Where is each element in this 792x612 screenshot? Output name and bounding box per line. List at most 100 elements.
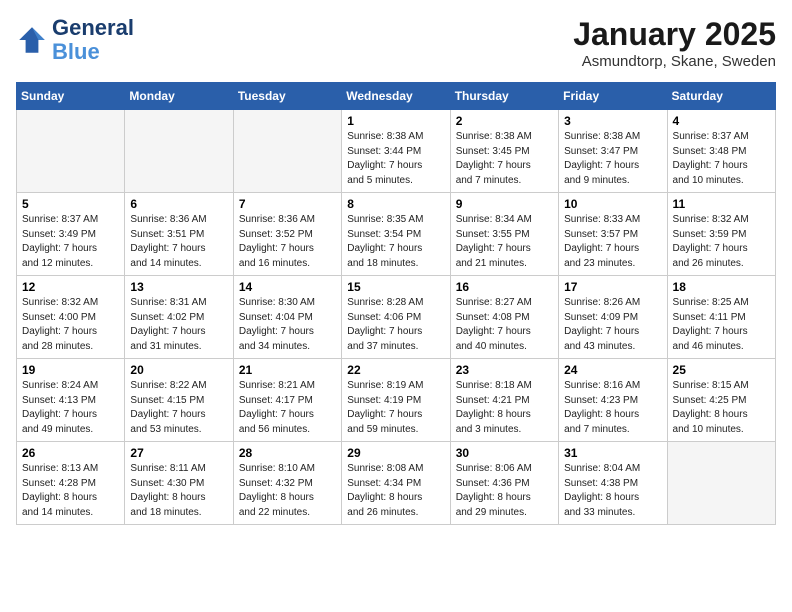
day-info: Sunrise: 8:37 AM Sunset: 3:49 PM Dayligh… xyxy=(22,213,119,271)
day-number: 13 xyxy=(130,280,227,294)
calendar-day-23: 23 Sunrise: 8:18 AM Sunset: 4:21 PM Dayli… xyxy=(450,359,558,442)
calendar-day-6: 6Sunrise: 8:36 AM Sunset: 3:51 PM Daylig… xyxy=(125,193,233,276)
calendar-day-25: 25 Sunrise: 8:15 AM Sunset: 4:25 PM Dayli… xyxy=(667,359,775,442)
calendar-day-5: 5 Sunrise: 8:37 AM Sunset: 3:49 PM Daylig… xyxy=(17,193,125,276)
day-info: Sunrise: 8:38 AM Sunset: 3:45 PM Dayligh… xyxy=(456,130,553,188)
calendar-week-row: 26Sunrise: 8:13 AM Sunset: 4:28 PM Dayli… xyxy=(17,442,776,525)
calendar-day-28: 28 Sunrise: 8:10 AM Sunset: 4:32 PM Dayli… xyxy=(233,442,341,525)
weekday-header-tuesday: Tuesday xyxy=(233,83,341,110)
calendar-day-18: 18Sunrise: 8:25 AM Sunset: 4:11 PM Dayli… xyxy=(667,276,775,359)
calendar-day-10: 10 Sunrise: 8:33 AM Sunset: 3:57 PM Dayli… xyxy=(559,193,667,276)
calendar-day-empty xyxy=(125,110,233,193)
day-number: 10 xyxy=(564,197,661,211)
day-info: Sunrise: 8:38 AM Sunset: 3:44 PM Dayligh… xyxy=(347,130,444,188)
calendar-day-7: 7Sunrise: 8:36 AM Sunset: 3:52 PM Daylig… xyxy=(233,193,341,276)
weekday-header-thursday: Thursday xyxy=(450,83,558,110)
calendar-header-row: SundayMondayTuesdayWednesdayThursdayFrid… xyxy=(17,83,776,110)
day-number: 23 xyxy=(456,363,553,377)
calendar-day-27: 27 Sunrise: 8:11 AM Sunset: 4:30 PM Dayli… xyxy=(125,442,233,525)
day-number: 22 xyxy=(347,363,444,377)
day-number: 11 xyxy=(673,197,770,211)
day-number: 21 xyxy=(239,363,336,377)
day-info: Sunrise: 8:32 AM Sunset: 3:59 PM Dayligh… xyxy=(673,213,770,271)
day-number: 8 xyxy=(347,197,444,211)
calendar-day-empty xyxy=(667,442,775,525)
calendar-day-30: 30 Sunrise: 8:06 AM Sunset: 4:36 PM Dayli… xyxy=(450,442,558,525)
day-number: 5 xyxy=(22,197,119,211)
weekday-header-monday: Monday xyxy=(125,83,233,110)
day-info: Sunrise: 8:24 AM Sunset: 4:13 PM Dayligh… xyxy=(22,379,119,437)
day-info: Sunrise: 8:15 AM Sunset: 4:25 PM Dayligh… xyxy=(673,379,770,437)
calendar-week-row: 19 Sunrise: 8:24 AM Sunset: 4:13 PM Dayli… xyxy=(17,359,776,442)
day-info: Sunrise: 8:31 AM Sunset: 4:02 PM Dayligh… xyxy=(130,296,227,354)
calendar-day-4: 4Sunrise: 8:37 AM Sunset: 3:48 PM Daylig… xyxy=(667,110,775,193)
day-info: Sunrise: 8:13 AM Sunset: 4:28 PM Dayligh… xyxy=(22,462,119,520)
day-number: 3 xyxy=(564,114,661,128)
month-title: January 2025 xyxy=(573,16,776,53)
calendar-day-31: 31 Sunrise: 8:04 AM Sunset: 4:38 PM Dayli… xyxy=(559,442,667,525)
calendar-day-17: 17 Sunrise: 8:26 AM Sunset: 4:09 PM Dayli… xyxy=(559,276,667,359)
calendar-day-11: 11 Sunrise: 8:32 AM Sunset: 3:59 PM Dayli… xyxy=(667,193,775,276)
day-number: 16 xyxy=(456,280,553,294)
day-info: Sunrise: 8:28 AM Sunset: 4:06 PM Dayligh… xyxy=(347,296,444,354)
day-number: 15 xyxy=(347,280,444,294)
title-block: January 2025 Asmundtorp, Skane, Sweden xyxy=(573,16,776,70)
day-number: 2 xyxy=(456,114,553,128)
calendar-table: SundayMondayTuesdayWednesdayThursdayFrid… xyxy=(16,82,776,525)
calendar-day-14: 14 Sunrise: 8:30 AM Sunset: 4:04 PM Dayli… xyxy=(233,276,341,359)
weekday-header-friday: Friday xyxy=(559,83,667,110)
calendar-week-row: 1Sunrise: 8:38 AM Sunset: 3:44 PM Daylig… xyxy=(17,110,776,193)
day-info: Sunrise: 8:37 AM Sunset: 3:48 PM Dayligh… xyxy=(673,130,770,188)
day-info: Sunrise: 8:27 AM Sunset: 4:08 PM Dayligh… xyxy=(456,296,553,354)
weekday-header-wednesday: Wednesday xyxy=(342,83,450,110)
calendar-day-12: 12Sunrise: 8:32 AM Sunset: 4:00 PM Dayli… xyxy=(17,276,125,359)
day-number: 20 xyxy=(130,363,227,377)
logo-icon xyxy=(16,24,48,56)
day-info: Sunrise: 8:32 AM Sunset: 4:00 PM Dayligh… xyxy=(22,296,119,354)
calendar-day-empty xyxy=(17,110,125,193)
day-number: 28 xyxy=(239,446,336,460)
day-number: 27 xyxy=(130,446,227,460)
day-number: 30 xyxy=(456,446,553,460)
logo: General Blue xyxy=(16,16,134,64)
weekday-header-saturday: Saturday xyxy=(667,83,775,110)
day-number: 19 xyxy=(22,363,119,377)
day-number: 9 xyxy=(456,197,553,211)
calendar-day-26: 26Sunrise: 8:13 AM Sunset: 4:28 PM Dayli… xyxy=(17,442,125,525)
day-info: Sunrise: 8:21 AM Sunset: 4:17 PM Dayligh… xyxy=(239,379,336,437)
day-info: Sunrise: 8:34 AM Sunset: 3:55 PM Dayligh… xyxy=(456,213,553,271)
logo-text: General Blue xyxy=(52,16,134,64)
calendar-day-21: 21 Sunrise: 8:21 AM Sunset: 4:17 PM Dayli… xyxy=(233,359,341,442)
calendar-day-22: 22Sunrise: 8:19 AM Sunset: 4:19 PM Dayli… xyxy=(342,359,450,442)
day-info: Sunrise: 8:30 AM Sunset: 4:04 PM Dayligh… xyxy=(239,296,336,354)
day-info: Sunrise: 8:04 AM Sunset: 4:38 PM Dayligh… xyxy=(564,462,661,520)
day-info: Sunrise: 8:38 AM Sunset: 3:47 PM Dayligh… xyxy=(564,130,661,188)
day-info: Sunrise: 8:08 AM Sunset: 4:34 PM Dayligh… xyxy=(347,462,444,520)
day-info: Sunrise: 8:18 AM Sunset: 4:21 PM Dayligh… xyxy=(456,379,553,437)
calendar-week-row: 12Sunrise: 8:32 AM Sunset: 4:00 PM Dayli… xyxy=(17,276,776,359)
calendar-day-20: 20 Sunrise: 8:22 AM Sunset: 4:15 PM Dayli… xyxy=(125,359,233,442)
day-number: 31 xyxy=(564,446,661,460)
location: Asmundtorp, Skane, Sweden xyxy=(573,53,776,70)
calendar-day-15: 15 Sunrise: 8:28 AM Sunset: 4:06 PM Dayli… xyxy=(342,276,450,359)
day-number: 25 xyxy=(673,363,770,377)
day-number: 29 xyxy=(347,446,444,460)
calendar-day-1: 1Sunrise: 8:38 AM Sunset: 3:44 PM Daylig… xyxy=(342,110,450,193)
page-header: General Blue January 2025 Asmundtorp, Sk… xyxy=(16,16,776,70)
day-info: Sunrise: 8:16 AM Sunset: 4:23 PM Dayligh… xyxy=(564,379,661,437)
day-number: 14 xyxy=(239,280,336,294)
day-info: Sunrise: 8:11 AM Sunset: 4:30 PM Dayligh… xyxy=(130,462,227,520)
calendar-day-19: 19 Sunrise: 8:24 AM Sunset: 4:13 PM Dayli… xyxy=(17,359,125,442)
calendar-day-2: 2 Sunrise: 8:38 AM Sunset: 3:45 PM Daylig… xyxy=(450,110,558,193)
calendar-day-empty xyxy=(233,110,341,193)
day-info: Sunrise: 8:10 AM Sunset: 4:32 PM Dayligh… xyxy=(239,462,336,520)
calendar-day-3: 3 Sunrise: 8:38 AM Sunset: 3:47 PM Daylig… xyxy=(559,110,667,193)
day-info: Sunrise: 8:26 AM Sunset: 4:09 PM Dayligh… xyxy=(564,296,661,354)
day-info: Sunrise: 8:35 AM Sunset: 3:54 PM Dayligh… xyxy=(347,213,444,271)
day-info: Sunrise: 8:06 AM Sunset: 4:36 PM Dayligh… xyxy=(456,462,553,520)
day-info: Sunrise: 8:22 AM Sunset: 4:15 PM Dayligh… xyxy=(130,379,227,437)
calendar-day-29: 29 Sunrise: 8:08 AM Sunset: 4:34 PM Dayli… xyxy=(342,442,450,525)
day-info: Sunrise: 8:33 AM Sunset: 3:57 PM Dayligh… xyxy=(564,213,661,271)
day-number: 17 xyxy=(564,280,661,294)
day-info: Sunrise: 8:25 AM Sunset: 4:11 PM Dayligh… xyxy=(673,296,770,354)
